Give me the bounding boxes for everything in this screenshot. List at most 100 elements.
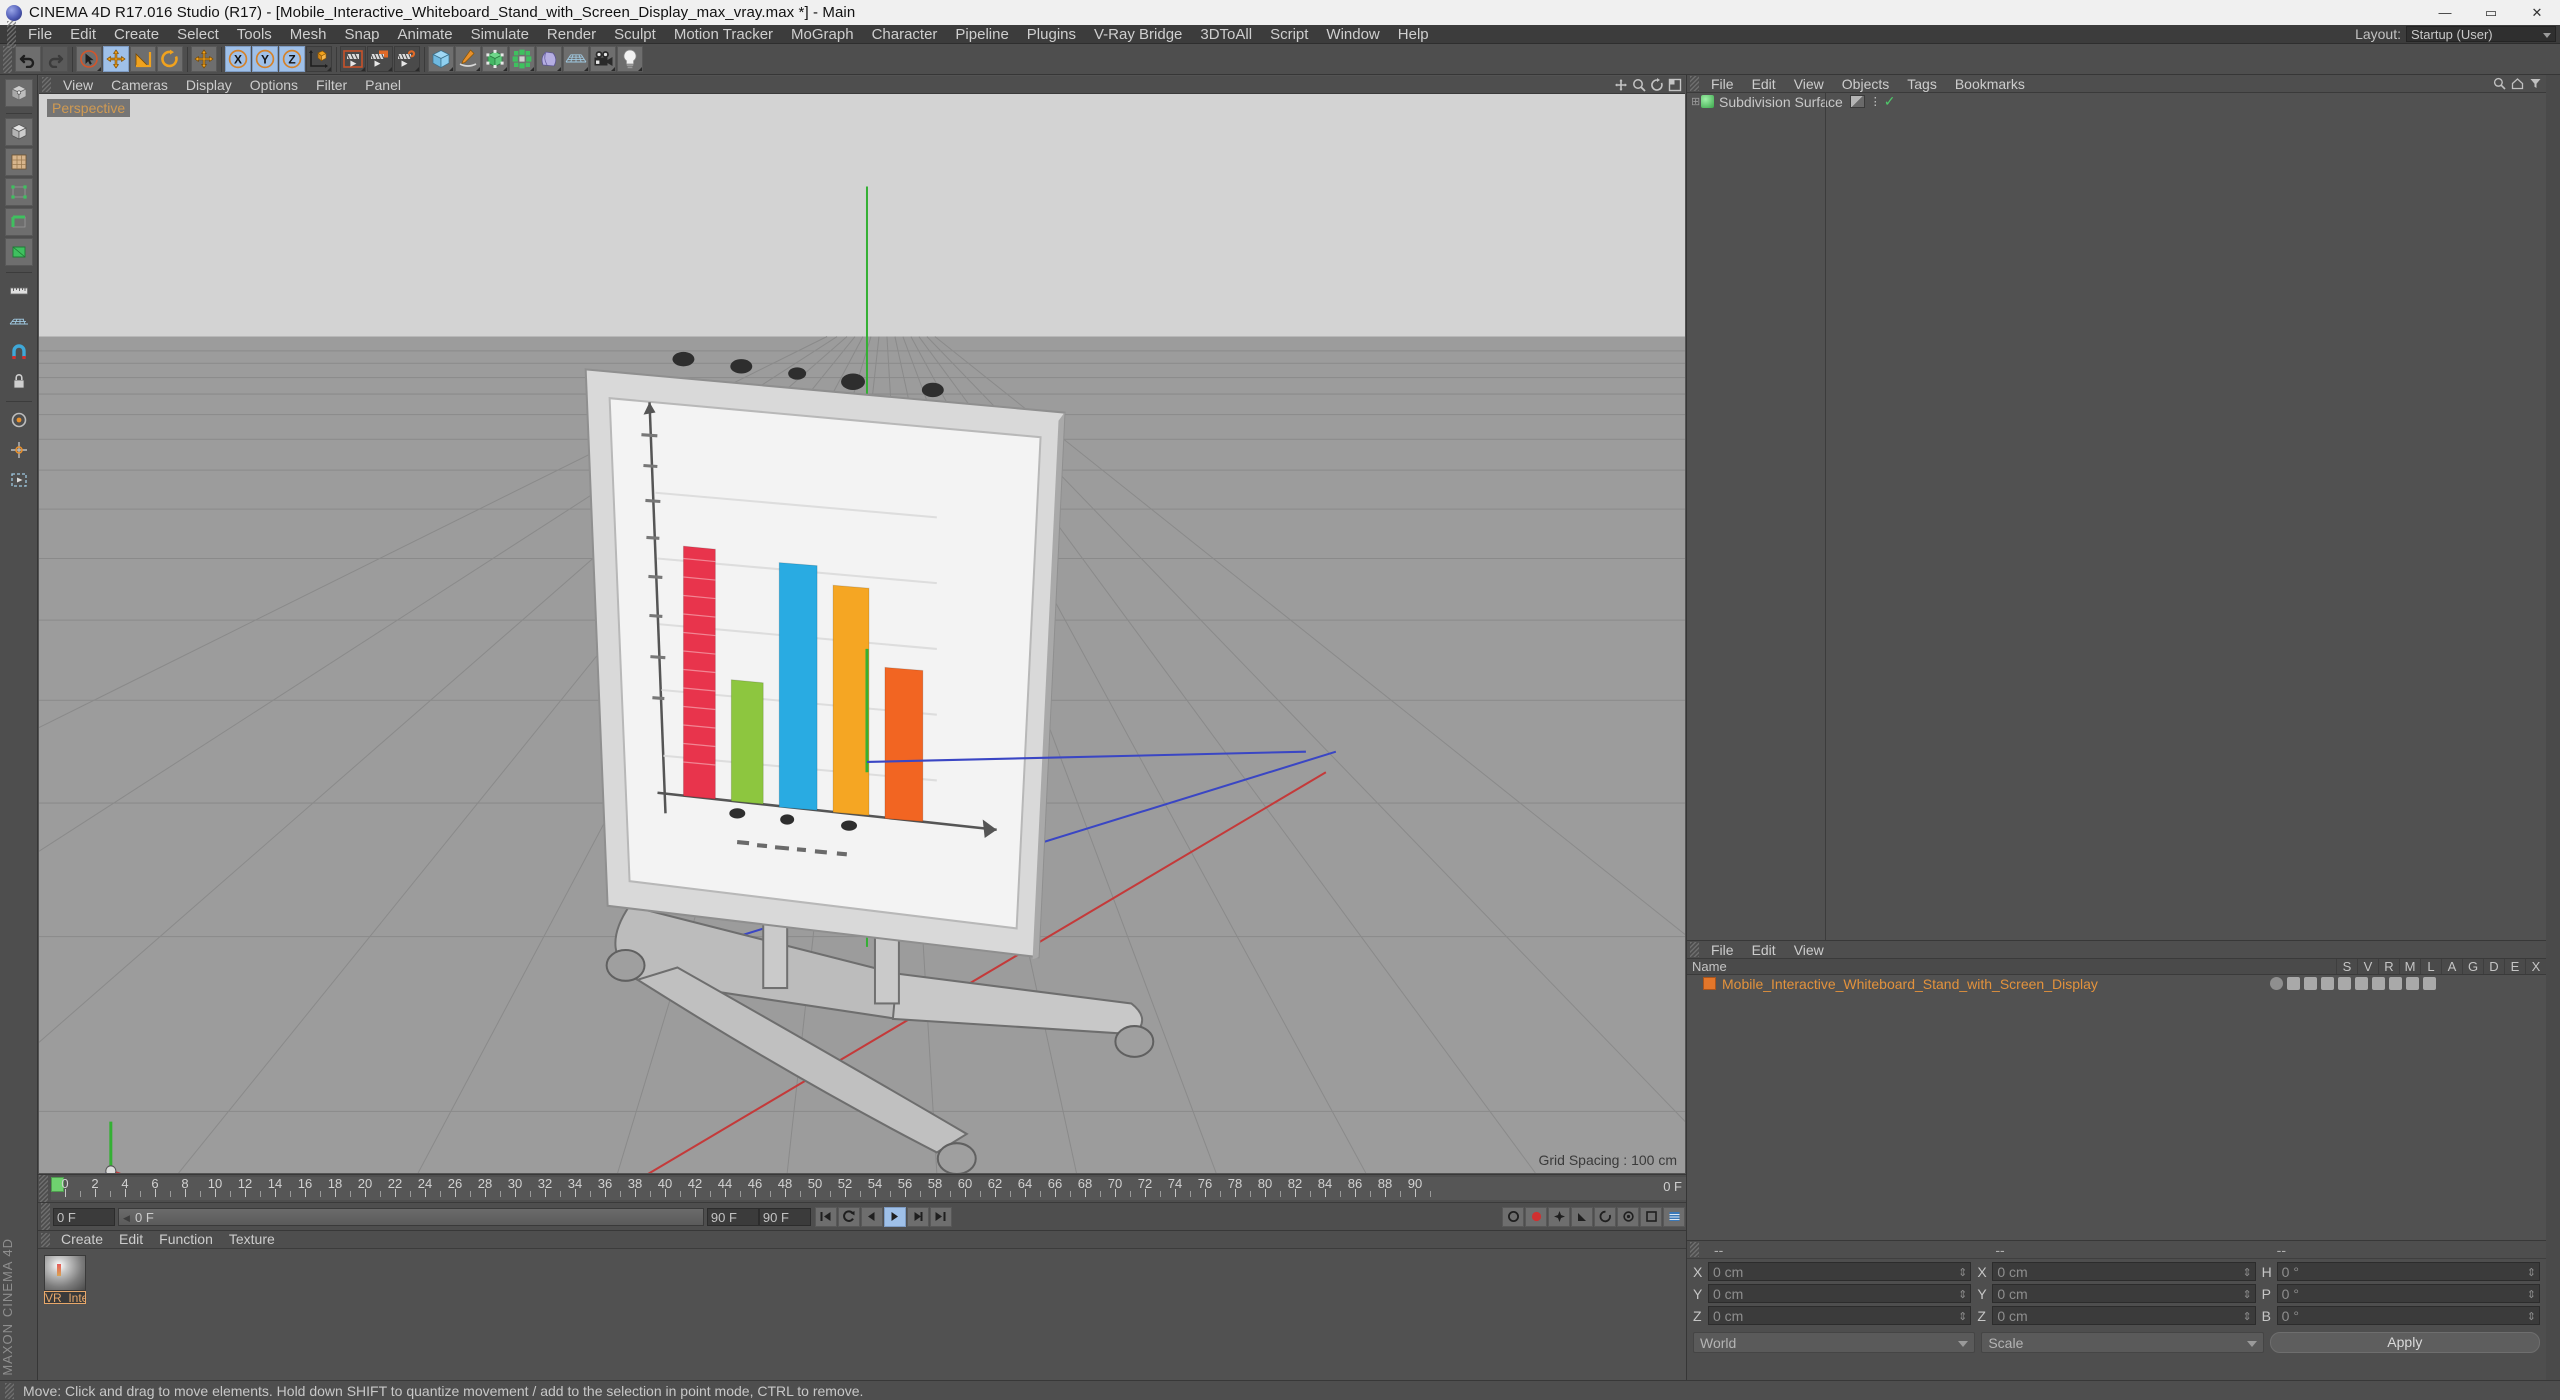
menu-item-objects[interactable]: Objects	[1833, 75, 1898, 93]
menu-item-window[interactable]: Window	[1317, 25, 1388, 44]
close-button[interactable]: ✕	[2514, 0, 2560, 25]
expression-tag-icon[interactable]	[2406, 977, 2419, 990]
menu-item-v-ray-bridge[interactable]: V-Ray Bridge	[1085, 25, 1191, 44]
menu-item-3dtoall[interactable]: 3DToAll	[1191, 25, 1261, 44]
time-scrub-field[interactable]: 0 F	[118, 1207, 704, 1227]
column-header-v[interactable]: V	[2357, 959, 2378, 974]
column-header-d[interactable]: D	[2483, 959, 2504, 974]
add-spline-button[interactable]	[455, 46, 481, 72]
rotation-p-input[interactable]: 0 °	[2276, 1284, 2540, 1304]
lock-workplane-button[interactable]	[4, 367, 33, 395]
object-list-bottom[interactable]: Mobile_Interactive_Whiteboard_Stand_with…	[1687, 975, 2546, 1240]
menu-item-sculpt[interactable]: Sculpt	[605, 25, 665, 44]
deformer-tag-icon[interactable]	[2389, 977, 2402, 990]
xpresso-tag-icon[interactable]	[2423, 977, 2436, 990]
menu-item-pipeline[interactable]: Pipeline	[946, 25, 1017, 44]
key-scale-button[interactable]	[1571, 1206, 1594, 1227]
range-end-field[interactable]: 90 F	[758, 1207, 811, 1226]
size-z-field[interactable]: Z 0 cm	[1977, 1306, 2256, 1326]
size-y-input[interactable]: 0 cm	[1992, 1284, 2256, 1304]
key-pla-button[interactable]	[1640, 1206, 1663, 1227]
generator-tag-icon[interactable]	[2372, 977, 2385, 990]
position-x-input[interactable]: 0 cm	[1708, 1262, 1972, 1282]
add-bend-button[interactable]	[536, 46, 562, 72]
menu-item-select[interactable]: Select	[168, 25, 228, 44]
timeline-grip[interactable]	[39, 1175, 48, 1202]
menu-item-options[interactable]: Options	[241, 76, 307, 94]
range-start-field[interactable]: 90 F	[706, 1207, 759, 1226]
material-list[interactable]: VR_Inte	[38, 1248, 1686, 1380]
timeline-ruler[interactable]: 0 2 4 6 8 10 12 14 16 18 20 22 24 26 28 30 32 34 36 38 40 42 4…	[51, 1177, 1686, 1200]
coordinate-system-button[interactable]	[306, 46, 332, 72]
column-header-x[interactable]: X	[2525, 959, 2546, 974]
column-header-m[interactable]: M	[2399, 959, 2420, 974]
hierarchy-tag-icon[interactable]	[2321, 977, 2334, 990]
display-tag-icon[interactable]	[2287, 977, 2300, 990]
lock-y-button[interactable]: Y	[252, 46, 278, 72]
texture-mode-button[interactable]	[4, 148, 33, 176]
menu-item-panel[interactable]: Panel	[356, 76, 410, 94]
menu-item-view[interactable]: View	[1785, 75, 1833, 93]
coordinates-grip[interactable]	[1690, 1242, 1699, 1257]
add-floor-button[interactable]	[563, 46, 589, 72]
solo-view-button[interactable]	[4, 406, 33, 434]
menu-item-character[interactable]: Character	[863, 25, 947, 44]
object-row-subdivision-surface[interactable]: ⊞ Subdivision Surface ⋮ ✓	[1687, 93, 2546, 110]
menu-item-file[interactable]: File	[19, 25, 61, 44]
menu-item-texture[interactable]: Texture	[221, 1231, 283, 1248]
render-tag-icon[interactable]	[2304, 977, 2317, 990]
rotate-tool-button[interactable]	[157, 46, 183, 72]
add-camera-button[interactable]	[590, 46, 616, 72]
add-nurbs-button[interactable]	[482, 46, 508, 72]
maximize-button[interactable]: ▭	[2468, 0, 2514, 25]
coordinate-system-dropdown[interactable]: World	[1693, 1332, 1976, 1353]
menu-item-filter[interactable]: Filter	[307, 76, 356, 94]
make-editable-button[interactable]	[4, 79, 33, 107]
move-tool-button[interactable]	[103, 46, 129, 72]
autokeying-button[interactable]	[1502, 1206, 1525, 1227]
lock-z-button[interactable]: Z	[279, 46, 305, 72]
apply-button[interactable]: Apply	[2269, 1332, 2540, 1353]
expander-icon[interactable]: ⊞	[1691, 95, 1701, 108]
menu-item-function[interactable]: Function	[151, 1231, 221, 1248]
position-z-input[interactable]: 0 cm	[1708, 1306, 1972, 1326]
polygons-mode-button[interactable]	[4, 238, 33, 266]
material-item[interactable]: VR_Inte	[44, 1255, 86, 1374]
render-region-button[interactable]	[4, 466, 33, 494]
position-z-field[interactable]: Z 0 cm	[1693, 1306, 1972, 1326]
snap-magnet-button[interactable]	[4, 337, 33, 365]
render-to-picture-viewer-button[interactable]	[367, 46, 393, 72]
maximize-view-icon[interactable]	[1668, 78, 1682, 92]
menu-item-tags[interactable]: Tags	[1898, 75, 1946, 93]
menu-item-animate[interactable]: Animate	[389, 25, 462, 44]
menu-item-help[interactable]: Help	[1389, 25, 1438, 44]
menu-item-file[interactable]: File	[1702, 941, 1743, 959]
size-x-input[interactable]: 0 cm	[1992, 1262, 2256, 1282]
layout-dropdown[interactable]: Startup (User)	[2406, 26, 2556, 42]
rotation-h-input[interactable]: 0 °	[2276, 1262, 2540, 1282]
filter-icon[interactable]	[2529, 77, 2542, 90]
object-row-whiteboard[interactable]: Mobile_Interactive_Whiteboard_Stand_with…	[1687, 975, 2546, 992]
minimize-button[interactable]: —	[2422, 0, 2468, 25]
menu-item-simulate[interactable]: Simulate	[462, 25, 538, 44]
menu-item-tools[interactable]: Tools	[228, 25, 281, 44]
rotation-b-field[interactable]: B 0 °	[2262, 1306, 2540, 1326]
display-tag-icon[interactable]	[1849, 95, 1865, 108]
lock-x-button[interactable]: X	[225, 46, 251, 72]
size-z-input[interactable]: 0 cm	[1992, 1306, 2256, 1326]
current-frame-field[interactable]: 0 F	[53, 1207, 115, 1226]
menu-item-bookmarks[interactable]: Bookmarks	[1946, 75, 2034, 93]
add-array-button[interactable]	[509, 46, 535, 72]
menu-item-edit[interactable]: Edit	[61, 25, 105, 44]
lock-tag-icon[interactable]	[2338, 977, 2351, 990]
column-header-a[interactable]: A	[2441, 959, 2462, 974]
menu-item-edit[interactable]: Edit	[111, 1231, 151, 1248]
workplane-button[interactable]	[4, 307, 33, 335]
points-mode-button[interactable]	[4, 178, 33, 206]
next-frame-button[interactable]	[906, 1206, 929, 1227]
layer-tag-icon[interactable]	[2355, 977, 2368, 990]
menu-item-mesh[interactable]: Mesh	[281, 25, 336, 44]
menu-item-plugins[interactable]: Plugins	[1018, 25, 1085, 44]
rotate-view-icon[interactable]	[1650, 78, 1664, 92]
go-to-start-button[interactable]	[814, 1206, 837, 1227]
